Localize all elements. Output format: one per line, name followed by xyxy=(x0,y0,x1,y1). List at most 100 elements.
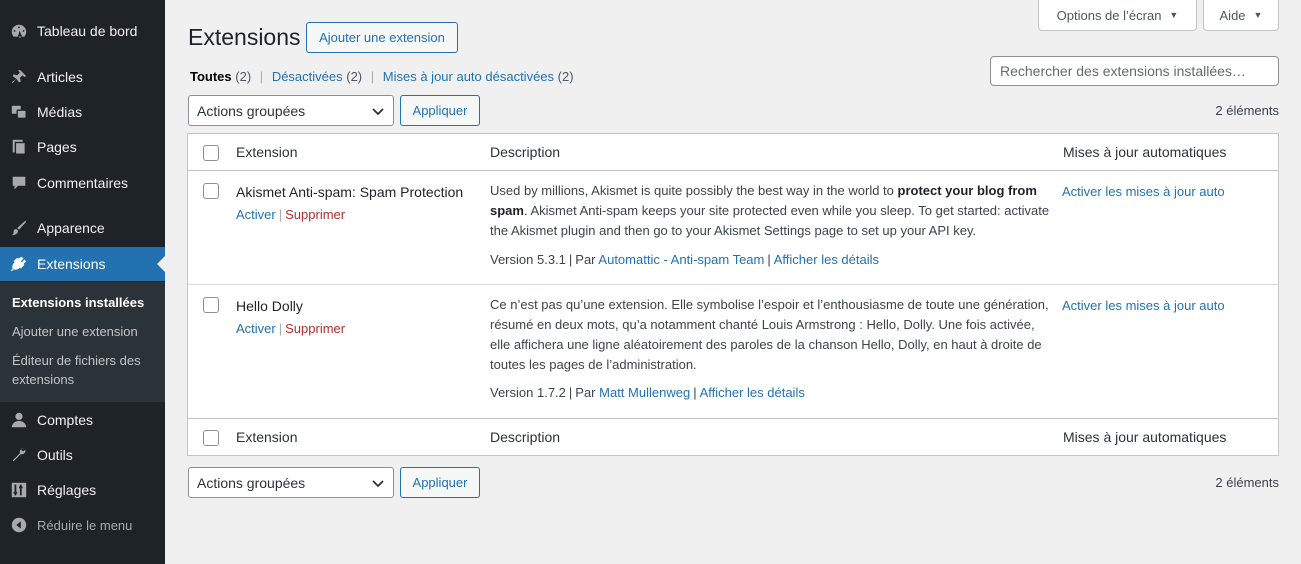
dashboard-icon xyxy=(9,21,29,41)
plugin-icon xyxy=(9,254,29,274)
meta-separator: | xyxy=(767,252,771,267)
plugin-filters: Toutes (2) | Désactivées (2) | Mises à j… xyxy=(190,69,574,84)
plugin-description: Ce n’est pas qu’une extension. Elle symb… xyxy=(490,295,1050,375)
description-text: Used by millions, Akismet is quite possi… xyxy=(490,183,898,198)
table-row: Akismet Anti-spam: Spam Protection Activ… xyxy=(188,171,1278,284)
action-separator: | xyxy=(278,321,283,336)
screen-options-label: Options de l’écran xyxy=(1056,7,1162,23)
menu-item-users[interactable]: Comptes xyxy=(0,403,165,437)
table-header: Extension Description Mises à jour autom… xyxy=(188,134,1278,171)
filter-auto-update-disabled[interactable]: Mises à jour auto désactivées xyxy=(383,69,554,84)
collapse-icon xyxy=(9,515,29,535)
plugin-name: Akismet Anti-spam: Spam Protection xyxy=(236,184,464,200)
view-details-link[interactable]: Afficher les détails xyxy=(700,385,805,400)
help-button[interactable]: Aide ▼ xyxy=(1203,0,1279,31)
description-text: . Akismet Anti-spam keeps your site prot… xyxy=(490,203,1050,238)
user-icon xyxy=(9,410,29,430)
search-plugins-input[interactable] xyxy=(990,56,1279,86)
plugin-name: Hello Dolly xyxy=(236,298,303,314)
apply-button-bottom[interactable]: Appliquer xyxy=(400,467,480,498)
activate-link[interactable]: Activer xyxy=(236,207,276,222)
meta-separator: | xyxy=(568,252,573,267)
action-separator: | xyxy=(278,207,283,222)
select-value: Actions groupées xyxy=(197,474,306,491)
delete-link[interactable]: Supprimer xyxy=(285,321,345,336)
menu-label: Tableau de bord xyxy=(37,23,138,39)
submenu-add-plugin[interactable]: Ajouter une extension xyxy=(12,322,160,341)
menu-item-appearance[interactable]: Apparence xyxy=(0,211,165,245)
filter-inactive[interactable]: Désactivées xyxy=(272,69,343,84)
menu-item-pages[interactable]: Pages xyxy=(0,130,165,164)
menu-item-media[interactable]: Médias xyxy=(0,95,165,129)
row-checkbox[interactable] xyxy=(203,183,219,199)
filter-separator: | xyxy=(259,69,264,84)
plugin-description: Used by millions, Akismet is quite possi… xyxy=(490,181,1050,241)
chevron-down-icon xyxy=(371,104,385,121)
filter-separator: | xyxy=(370,69,375,84)
wrench-icon xyxy=(9,445,29,465)
screen-options-button[interactable]: Options de l’écran ▼ xyxy=(1038,0,1197,31)
caret-down-icon: ▼ xyxy=(1253,10,1263,20)
table-row: Hello Dolly Activer | Supprimer Ce n’est p… xyxy=(188,284,1278,418)
add-plugin-button[interactable]: Ajouter une extension xyxy=(306,22,458,53)
menu-item-dashboard[interactable]: Tableau de bord xyxy=(0,14,165,48)
enable-auto-updates-link[interactable]: Activer les mises à jour auto xyxy=(1062,298,1225,313)
plugin-meta: Version 1.7.2 | Par Matt Mullenweg | Affiche… xyxy=(490,385,805,400)
filter-count: (2) xyxy=(235,69,252,84)
menu-label: Extensions xyxy=(37,256,106,272)
brush-icon xyxy=(9,218,29,238)
select-all-checkbox-bottom[interactable] xyxy=(203,430,219,446)
column-extension[interactable]: Extension xyxy=(236,429,297,445)
pin-icon xyxy=(9,67,29,87)
submenu-installed-plugins[interactable]: Extensions installées xyxy=(12,293,160,312)
bulk-actions-select-bottom[interactable]: Actions groupées xyxy=(188,467,394,498)
meta-separator: | xyxy=(693,385,697,400)
menu-label: Comptes xyxy=(37,412,94,428)
apply-button-top[interactable]: Appliquer xyxy=(400,95,480,126)
menu-label: Commentaires xyxy=(37,175,129,191)
collapse-menu-button[interactable]: Réduire le menu xyxy=(0,508,165,542)
column-description: Description xyxy=(490,144,561,160)
plugins-submenu: Extensions installées Ajouter une extens… xyxy=(0,282,165,402)
select-all-checkbox[interactable] xyxy=(203,145,219,161)
by-label: Par xyxy=(575,252,596,267)
delete-link[interactable]: Supprimer xyxy=(285,207,345,222)
items-count-top: 2 éléments xyxy=(1215,103,1279,118)
menu-item-tools[interactable]: Outils xyxy=(0,438,165,472)
author-link[interactable]: Matt Mullenweg xyxy=(599,385,690,400)
menu-item-settings[interactable]: Réglages xyxy=(0,473,165,507)
view-details-link[interactable]: Afficher les détails xyxy=(774,252,879,267)
submenu-plugin-editor[interactable]: Éditeur de fichiers des extensions xyxy=(12,351,160,389)
activate-link[interactable]: Activer xyxy=(236,321,276,336)
row-checkbox[interactable] xyxy=(203,297,219,313)
by-label: Par xyxy=(575,385,596,400)
menu-label: Articles xyxy=(37,69,83,85)
chevron-down-icon xyxy=(371,476,385,493)
column-extension[interactable]: Extension xyxy=(236,144,297,160)
column-description: Description xyxy=(490,429,561,445)
filter-count: (2) xyxy=(557,69,574,84)
menu-item-plugins[interactable]: Extensions xyxy=(0,247,165,281)
column-auto-updates: Mises à jour automatiques xyxy=(1063,429,1227,445)
bulk-actions-select-top[interactable]: Actions groupées xyxy=(188,95,394,126)
caret-down-icon: ▼ xyxy=(1169,10,1179,20)
settings-icon xyxy=(9,480,29,500)
menu-label: Réduire le menu xyxy=(37,517,133,533)
admin-sidebar: Tableau de bord Articles Médias Pages Co… xyxy=(0,0,165,564)
menu-label: Réglages xyxy=(37,482,97,498)
filter-all[interactable]: Toutes xyxy=(190,69,232,84)
plugin-meta: Version 5.3.1 | Par Automattic - Anti-spam… xyxy=(490,252,879,267)
menu-item-comments[interactable]: Commentaires xyxy=(0,166,165,200)
enable-auto-updates-link[interactable]: Activer les mises à jour auto xyxy=(1062,184,1225,199)
menu-label: Apparence xyxy=(37,220,105,236)
page-title: Extensions xyxy=(188,24,301,50)
author-link[interactable]: Automattic - Anti-spam Team xyxy=(598,252,764,267)
plugin-version: Version 1.7.2 xyxy=(490,385,566,400)
row-actions: Activer | Supprimer xyxy=(236,321,345,336)
filter-count: (2) xyxy=(346,69,363,84)
menu-item-posts[interactable]: Articles xyxy=(0,60,165,94)
menu-label: Pages xyxy=(37,139,77,155)
menu-label: Médias xyxy=(37,104,83,120)
table-footer: Extension Description Mises à jour autom… xyxy=(188,418,1278,455)
select-value: Actions groupées xyxy=(197,102,306,119)
